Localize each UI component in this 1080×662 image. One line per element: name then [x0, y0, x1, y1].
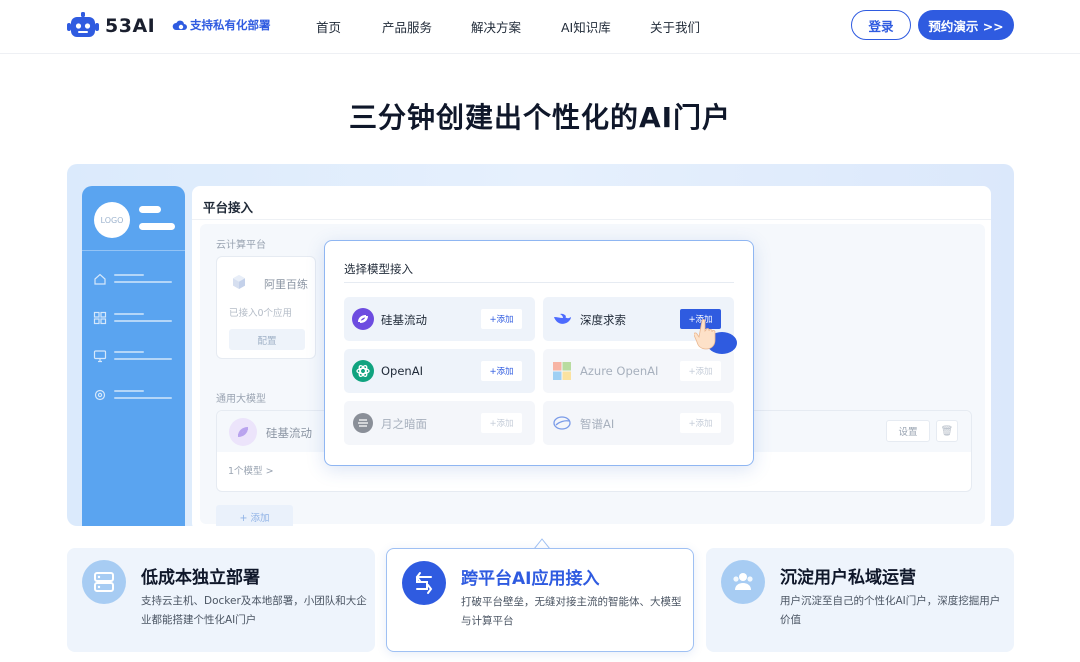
grid-icon — [93, 311, 107, 325]
aliyun-config-button[interactable]: 配置 — [229, 329, 305, 350]
top-header: 53AI 支持私有化部署 首页 产品服务 解决方案 AI知识库 关于我们 登录 … — [0, 0, 1080, 54]
model-name: 深度求索 — [580, 313, 626, 327]
model-name: 月之暗面 — [381, 417, 427, 431]
siliconflow-settings-button[interactable]: 设置 — [886, 420, 930, 442]
users-icon — [721, 560, 765, 604]
feature-title: 低成本独立部署 — [141, 568, 260, 588]
model-card-zhipu[interactable]: 智谱AI +添加 — [543, 401, 734, 445]
menu-bar — [139, 206, 161, 213]
panel-divider — [192, 219, 991, 220]
add-button[interactable]: +添加 — [481, 309, 522, 329]
nav-knowledge-base[interactable]: AI知识库 — [561, 17, 611, 36]
server-icon — [82, 560, 126, 604]
aliyun-card: 阿里百练 已接入0个应用 配置 — [216, 256, 316, 359]
panel-title: 平台接入 — [203, 200, 254, 215]
sidebar-divider — [82, 250, 185, 251]
hero-title: 三分钟创建出个性化的AI门户 — [348, 101, 732, 134]
siliconflow-icon — [229, 418, 257, 446]
aliyun-status: 已接入0个应用 — [229, 308, 293, 319]
model-card-openai[interactable]: OpenAI +添加 — [344, 349, 535, 393]
feature-description: 打破平台壁垒，无缝对接主流的智能体、大模型与计算平台 — [461, 596, 682, 627]
model-card-siliconflow[interactable]: 硅基流动 +添加 — [344, 297, 535, 341]
general-section-label: 通用大模型 — [216, 394, 266, 405]
sidebar-item-apps — [93, 311, 178, 325]
mock-sidebar: LOGO — [82, 186, 185, 526]
nav-products[interactable]: 产品服务 — [382, 17, 432, 36]
tagline-text: 支持私有化部署 — [190, 18, 271, 32]
deepseek-icon — [554, 313, 571, 324]
settings-icon — [94, 389, 106, 401]
feature-description: 支持云主机、Docker及本地部署，小团队和大企业都能搭建个性化AI门户 — [141, 595, 367, 626]
trash-icon[interactable]: 🗑 — [936, 420, 958, 442]
model-name: OpenAI — [381, 364, 423, 378]
siliconflow-name: 硅基流动 — [266, 426, 312, 440]
add-button[interactable]: +添加 — [481, 413, 522, 433]
model-name: Azure OpenAI — [580, 364, 659, 378]
model-name: 硅基流动 — [381, 313, 427, 327]
robot-logo-icon — [67, 12, 99, 37]
brand-logo[interactable]: 53AI — [66, 10, 155, 42]
moonshot-icon — [353, 413, 373, 433]
nav-solutions[interactable]: 解决方案 — [471, 17, 521, 36]
model-card-moonshot[interactable]: 月之暗面 +添加 — [344, 401, 535, 445]
feature-card-platform[interactable]: 跨平台AI应用接入 打破平台壁垒，无缝对接主流的智能体、大模型与计算平台 — [386, 548, 694, 652]
openai-icon — [352, 360, 374, 382]
platform-link-icon — [402, 561, 446, 605]
home-icon — [94, 273, 106, 285]
brand-name: 53AI — [105, 15, 156, 37]
deploy-tagline: 支持私有化部署 — [172, 17, 271, 33]
add-button[interactable]: +添加 — [680, 413, 721, 433]
feature-title: 沉淀用户私域运营 — [780, 568, 916, 588]
nav-home[interactable]: 首页 — [316, 17, 341, 36]
siliconflow-icon — [352, 308, 374, 330]
login-button[interactable]: 登录 — [851, 10, 911, 40]
sidebar-item-home — [93, 272, 178, 286]
feature-card-deploy[interactable]: 低成本独立部署 支持云主机、Docker及本地部署，小团队和大企业都能搭建个性化… — [67, 548, 375, 652]
feature-title: 跨平台AI应用接入 — [461, 569, 600, 589]
nav-about[interactable]: 关于我们 — [650, 17, 700, 36]
mock-logo: LOGO — [94, 202, 130, 238]
azure-icon — [553, 362, 571, 380]
sidebar-item-settings — [93, 388, 178, 402]
add-button[interactable]: +添加 — [481, 361, 522, 381]
cloud-section-label: 云计算平台 — [216, 240, 266, 251]
sidebar-item-monitor — [93, 349, 178, 363]
model-name: 智谱AI — [580, 417, 615, 431]
model-count-link[interactable]: 1个模型 > — [228, 463, 274, 477]
aliyun-cube-icon — [233, 275, 245, 289]
feature-description: 用户沉淀至自己的个性化AI门户，深度挖掘用户价值 — [780, 595, 1001, 626]
feature-card-users[interactable]: 沉淀用户私域运营 用户沉淀至自己的个性化AI门户，深度挖掘用户价值 — [706, 548, 1014, 652]
aliyun-name: 阿里百练 — [264, 278, 308, 291]
cloud-icon — [172, 20, 187, 30]
add-button[interactable]: +添加 — [680, 361, 721, 381]
menu-bar — [139, 223, 175, 230]
dialog-title: 选择模型接入 — [344, 262, 413, 276]
book-demo-button[interactable]: 预约演示 >> — [918, 10, 1014, 40]
select-model-dialog: 选择模型接入 硅基流动 +添加 深度求索 +添加 OpenAI +添加 Azur… — [324, 240, 754, 466]
monitor-icon — [93, 350, 107, 363]
zhipu-icon — [553, 416, 571, 430]
pointing-hand-icon — [694, 319, 737, 354]
add-model-button[interactable]: + 添加 — [216, 505, 293, 526]
dialog-divider — [344, 282, 734, 283]
